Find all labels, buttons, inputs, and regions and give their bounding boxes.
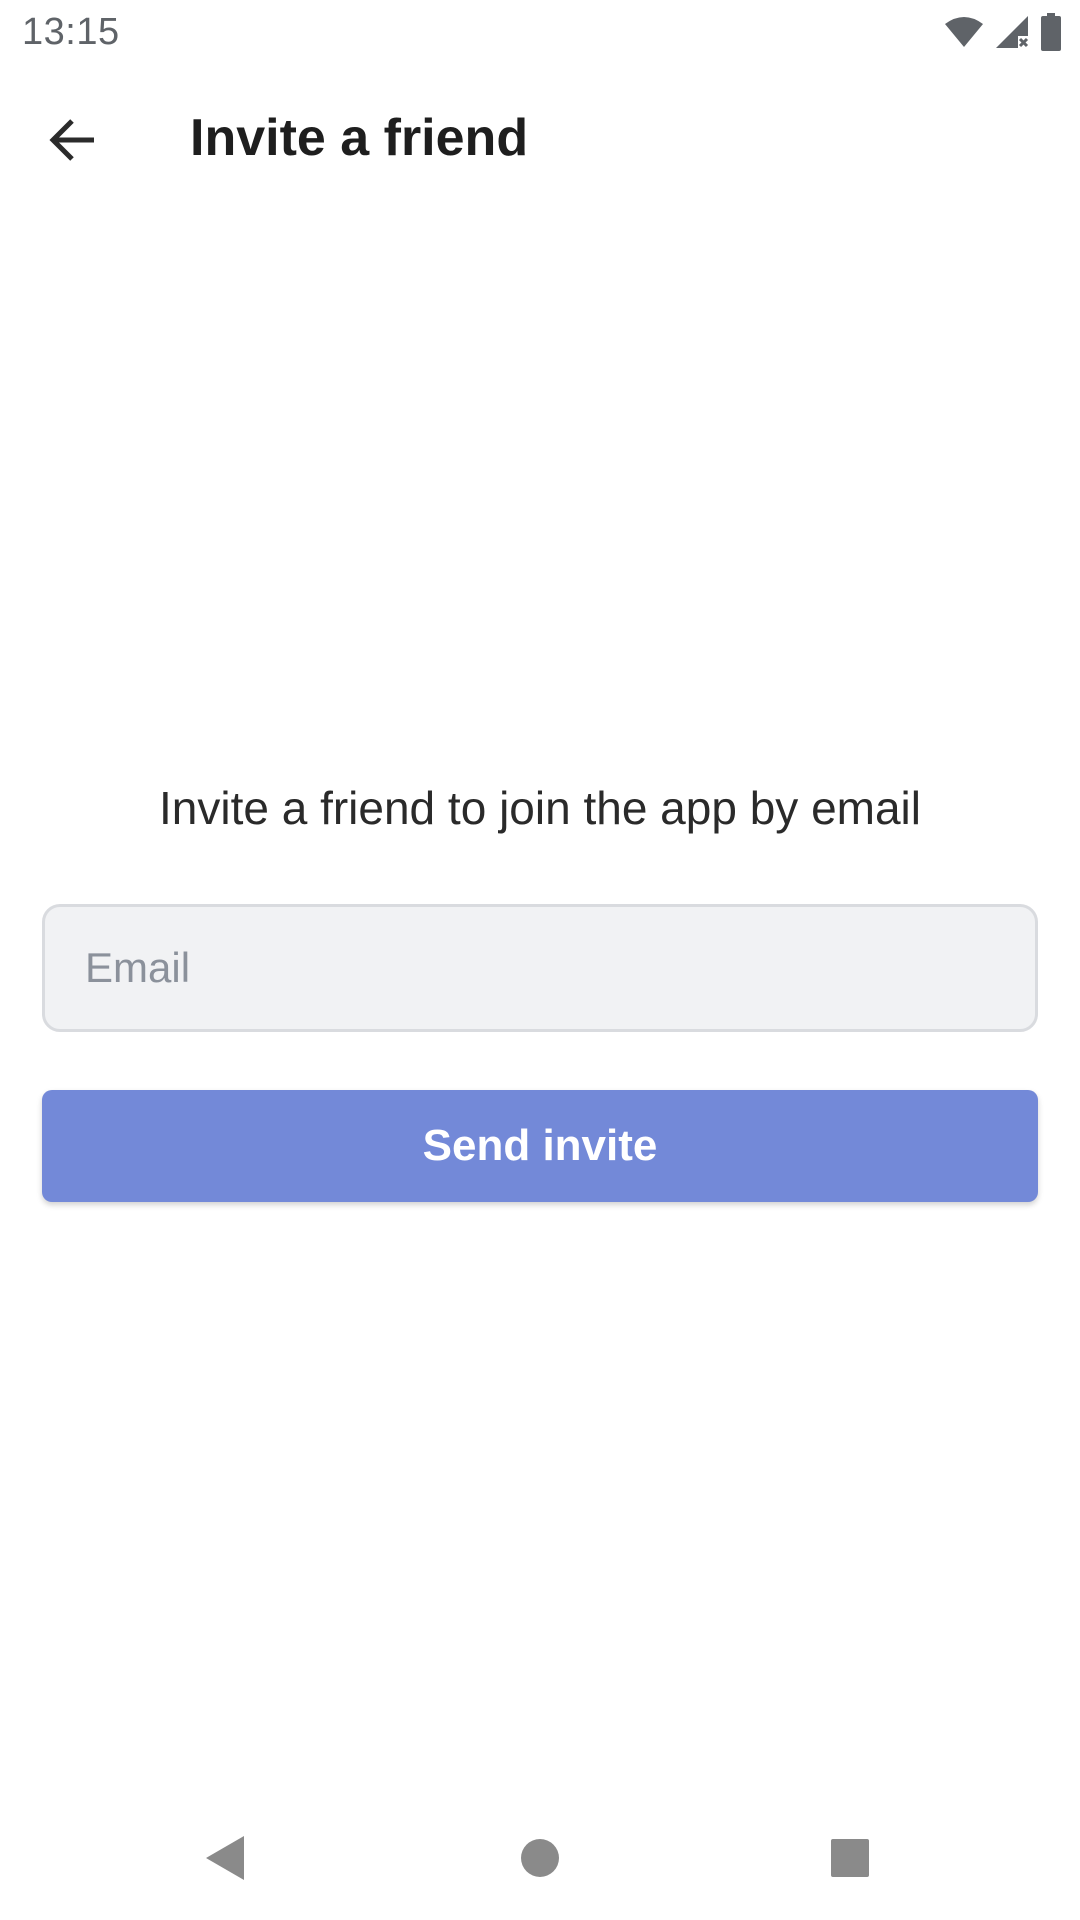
battery-icon [1040, 13, 1062, 51]
send-invite-button[interactable]: Send invite [42, 1090, 1038, 1202]
email-field[interactable] [42, 904, 1038, 1032]
invite-friend-screen: 13:15 Invite a friend Invite a friend to… [0, 0, 1080, 1920]
nav-home-icon [519, 1837, 561, 1884]
nav-back-button[interactable] [186, 1820, 266, 1900]
back-button[interactable] [30, 100, 114, 184]
status-time: 13:15 [22, 11, 120, 53]
system-nav-bar [0, 1800, 1080, 1920]
arrow-back-icon [48, 118, 96, 167]
wifi-icon [944, 16, 984, 48]
cellular-signal-icon [994, 14, 1030, 50]
nav-recents-button[interactable] [810, 1820, 890, 1900]
nav-back-icon [204, 1835, 248, 1886]
status-icons [944, 12, 1062, 52]
app-bar: Invite a friend [0, 80, 1080, 200]
page-title: Invite a friend [190, 109, 529, 167]
invite-prompt: Invite a friend to join the app by email [158, 782, 921, 834]
nav-home-button[interactable] [500, 1820, 580, 1900]
nav-recents-icon [830, 1838, 870, 1883]
status-bar: 13:15 [0, 0, 1080, 64]
